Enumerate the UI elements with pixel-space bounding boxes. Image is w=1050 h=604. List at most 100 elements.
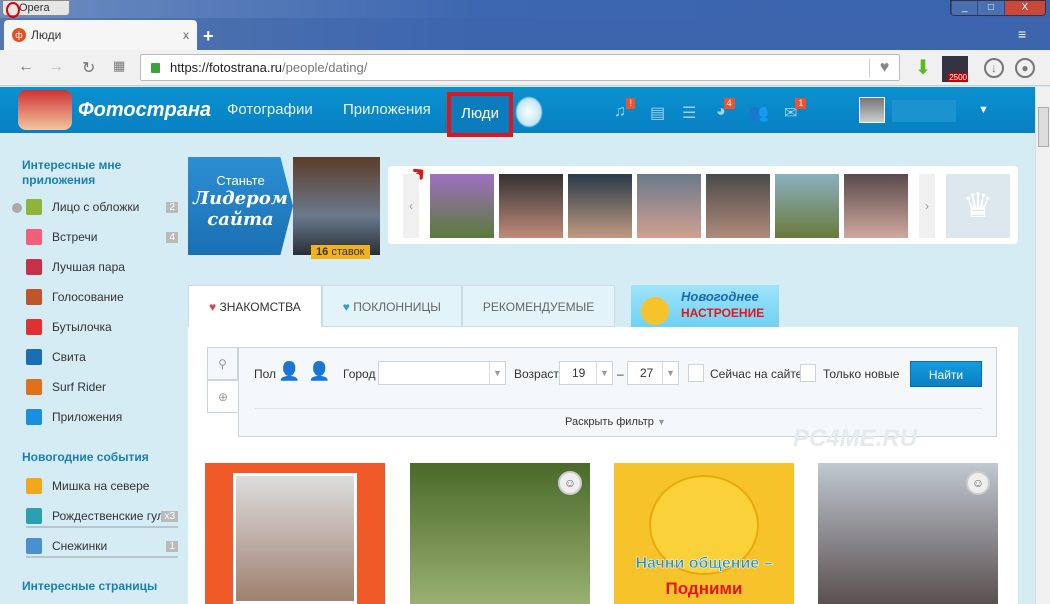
- tab-recommended[interactable]: РЕКОМЕНДУЕМЫЕ: [461, 285, 616, 327]
- become-leader-banner[interactable]: Станьте Лидером сайта: [188, 157, 293, 255]
- site-logo[interactable]: Фотострана: [18, 90, 211, 130]
- globe-icon[interactable]: ⊕: [207, 380, 238, 413]
- leader-thumb[interactable]: [706, 174, 770, 238]
- user-name-blurred[interactable]: [892, 100, 956, 122]
- leader-thumb[interactable]: [637, 174, 701, 238]
- new-only-label: Только новые: [823, 367, 900, 381]
- filter-side-tabs: ⚲ ⊕: [207, 347, 238, 413]
- close-window-button[interactable]: X: [1003, 1, 1045, 15]
- browser-tab[interactable]: ф Люди x: [4, 20, 197, 50]
- nav-apps[interactable]: Приложения: [343, 101, 431, 118]
- smile-icon[interactable]: ☺: [558, 471, 582, 495]
- user-menu-chevron-down-icon[interactable]: ▼: [978, 104, 989, 116]
- download-icon[interactable]: ⬇: [913, 58, 933, 78]
- award-icon: [26, 199, 42, 215]
- back-icon[interactable]: ←: [18, 58, 34, 76]
- reload-icon[interactable]: ↻: [82, 58, 95, 78]
- maximize-button[interactable]: □: [977, 1, 1004, 15]
- couple-heart-icon: [26, 259, 42, 275]
- sidebar-item[interactable]: Лучшая пара: [26, 259, 178, 275]
- bids-badge: 16 ставок: [311, 245, 370, 259]
- smile-icon[interactable]: ☺: [966, 471, 990, 495]
- hearts-icon: ♥: [342, 300, 350, 314]
- city-select[interactable]: ▼: [378, 361, 506, 385]
- angel-icon: [515, 96, 543, 128]
- bookmark-heart-icon[interactable]: ♥: [869, 58, 899, 77]
- tab-admirers[interactable]: ♥ ПОКЛОННИЦЫ: [321, 285, 462, 327]
- extension-icon[interactable]: 2500: [942, 56, 968, 82]
- opera-menu-button[interactable]: Opera: [2, 0, 70, 18]
- find-button[interactable]: Найти: [910, 361, 982, 387]
- carousel-next-button[interactable]: ›: [919, 174, 935, 238]
- user-avatar[interactable]: [859, 97, 885, 123]
- age-to-select[interactable]: 27 ▼: [627, 361, 679, 385]
- chevron-down-icon: ▼: [596, 362, 612, 384]
- sidebar-section-title: Интересные мне приложения: [22, 158, 122, 187]
- mail-icon[interactable]: ✉ 1: [784, 98, 807, 123]
- nav-people[interactable]: Люди: [447, 92, 513, 137]
- sidebar-item[interactable]: Свита: [26, 349, 178, 365]
- friends-icon[interactable]: 👥: [749, 103, 769, 123]
- profile-card[interactable]: ☺: [818, 463, 998, 604]
- address-bar[interactable]: https://fotostrana.ru/people/dating/ ♥: [140, 54, 900, 81]
- age-from-select[interactable]: 19 ▼: [559, 361, 613, 385]
- tab-close-button[interactable]: x: [183, 28, 189, 42]
- male-icon[interactable]: 👤: [278, 361, 300, 382]
- news-icon[interactable]: ▤: [650, 103, 665, 123]
- start-chat-promo-card[interactable]: Начни общение – Подними: [614, 463, 794, 604]
- sidebar-item[interactable]: Лицо с обложки 2: [26, 199, 178, 215]
- city-label: Город: [343, 367, 376, 381]
- list-icon[interactable]: ☰: [682, 103, 696, 123]
- leader-thumb[interactable]: [499, 174, 563, 238]
- lock-icon: [151, 62, 160, 73]
- crown-avatar-placeholder-icon[interactable]: ♛: [946, 174, 1010, 238]
- window-titlebar: [0, 0, 1050, 18]
- profile-card[interactable]: ☺: [410, 463, 590, 604]
- crown-icon: [26, 289, 42, 305]
- games-icon[interactable]: ◕ 4: [716, 98, 735, 121]
- watermark: PC4ME.RU: [793, 425, 918, 452]
- sidebar-item[interactable]: Рождественские гулян x3: [26, 508, 178, 528]
- sidebar-item[interactable]: Бутылочка: [26, 319, 178, 335]
- nav-photos[interactable]: Фотографии: [227, 101, 313, 118]
- search-icon[interactable]: ⚲: [207, 347, 238, 380]
- page-scrollbar[interactable]: [1035, 87, 1050, 604]
- tab-menu-icon[interactable]: ≡: [1018, 26, 1026, 42]
- crown-blue-icon: [26, 349, 42, 365]
- new-only-checkbox[interactable]: [800, 364, 816, 382]
- filter-divider: [255, 408, 982, 409]
- leader-thumb[interactable]: [568, 174, 632, 238]
- update-icon[interactable]: ↓: [984, 58, 1004, 78]
- sidebar-item[interactable]: Голосование: [26, 289, 178, 305]
- age-label: Возраст: [514, 367, 559, 381]
- tab-dating[interactable]: ♥ ЗНАКОМСТВА: [188, 285, 322, 327]
- clock-icon: [12, 203, 22, 213]
- minimize-button[interactable]: _: [951, 1, 978, 15]
- sidebar-item[interactable]: Встречи 4: [26, 229, 178, 245]
- sidebar-item[interactable]: Приложения: [26, 409, 178, 425]
- new-year-mood-banner[interactable]: Новогоднее НАСТРОЕНИЕ: [631, 285, 779, 327]
- speed-dial-icon[interactable]: ▦: [113, 58, 125, 74]
- music-icon[interactable]: ♫!: [614, 98, 635, 121]
- snowflake-icon: [26, 538, 42, 554]
- leader-thumb[interactable]: [775, 174, 839, 238]
- forward-icon[interactable]: →: [48, 58, 64, 76]
- carousel-prev-button[interactable]: ‹: [403, 174, 419, 238]
- sidebar-item[interactable]: Снежинки 1: [26, 538, 178, 558]
- logo-characters-icon: [18, 90, 72, 130]
- leader-thumb[interactable]: [844, 174, 908, 238]
- new-tab-button[interactable]: +: [203, 26, 214, 47]
- chevron-down-icon: ▼: [662, 362, 678, 384]
- sidebar-item[interactable]: Мишка на севере: [26, 478, 178, 494]
- profile-card[interactable]: [205, 463, 385, 604]
- sparkle-icon: [26, 508, 42, 524]
- heart-icon: [26, 229, 42, 245]
- female-icon[interactable]: 👤: [308, 361, 330, 382]
- sidebar-item[interactable]: Surf Rider: [26, 379, 178, 395]
- online-checkbox[interactable]: [688, 364, 704, 382]
- leader-thumb[interactable]: [430, 174, 494, 238]
- expand-filter-link[interactable]: Раскрыть фильтр ▼: [565, 416, 666, 428]
- leader-photo[interactable]: [293, 157, 380, 255]
- surf-rider-icon: [26, 379, 42, 395]
- account-icon[interactable]: ●: [1015, 58, 1035, 78]
